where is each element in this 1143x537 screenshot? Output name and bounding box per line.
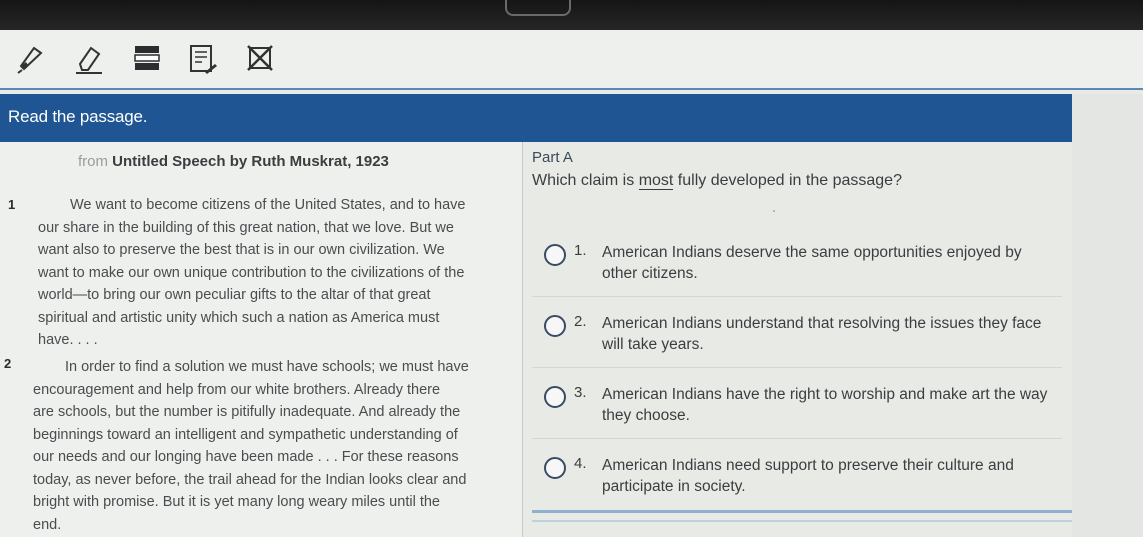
passage-line: In order to find a solution we must have… (65, 359, 469, 375)
instruction-banner: Read the passage. (0, 94, 1072, 142)
notepad-icon[interactable] (186, 42, 220, 76)
passage-line: end. (33, 516, 62, 533)
passage-line: our needs and our longing have been made… (33, 449, 459, 465)
passage-line: want to make our own unique contribution… (38, 264, 465, 281)
radio-button[interactable] (544, 244, 566, 266)
passage-line: want also to preserve the best that is i… (38, 242, 445, 258)
answer-option-3[interactable]: 3. American Indians have the right to wo… (532, 376, 1062, 439)
option-number: 3. (574, 384, 587, 401)
passage-line: have. . . . (38, 332, 98, 348)
passage-line: encouragement and help from our white br… (33, 381, 441, 398)
prompt-text: fully developed in the passage? (673, 172, 902, 189)
radio-button[interactable] (544, 315, 566, 337)
option-text: American Indians have the right to worsh… (602, 386, 1048, 424)
option-text: American Indians understand that resolvi… (602, 315, 1042, 353)
answer-eliminator-icon[interactable] (244, 42, 278, 76)
highlighter-icon[interactable] (14, 42, 48, 76)
question-panel: Part A Which claim is most fully develop… (523, 142, 1072, 537)
passage-source: from Untitled Speech by Ruth Muskrat, 19… (78, 153, 389, 170)
option-text: American Indians deserve the same opport… (602, 244, 1022, 282)
passage-line: are schools, but the number is pitifully… (33, 404, 461, 420)
passage-line: spiritual and artistic unity which such … (38, 309, 440, 326)
passage-line: bright with promise. But it is yet many … (33, 494, 440, 510)
prompt-emphasis: most (638, 172, 674, 190)
instruction-text: Read the passage. (8, 107, 148, 126)
line-reader-icon[interactable] (130, 42, 164, 76)
source-prefix: from (78, 153, 108, 170)
question-divider (532, 520, 1072, 522)
passage-line: our share in the building of this great … (38, 219, 454, 236)
part-label: Part A (532, 149, 573, 166)
question-divider (532, 510, 1072, 513)
toolbar (0, 30, 1143, 90)
radio-button[interactable] (544, 386, 566, 408)
answer-option-2[interactable]: 2. American Indians understand that reso… (532, 305, 1062, 368)
source-title: Untitled Speech by Ruth Muskrat, 1923 (112, 153, 389, 170)
radio-button[interactable] (544, 457, 566, 479)
passage-line: world—to bring our own peculiar gifts to… (38, 287, 431, 303)
option-number: 4. (574, 455, 587, 472)
prompt-text: Which claim is (532, 172, 639, 189)
eraser-icon[interactable] (72, 42, 106, 76)
paragraph-number: 1 (8, 197, 16, 212)
option-number: 2. (574, 313, 587, 330)
screen-speck (773, 210, 775, 212)
passage-line: beginnings toward an intelligent and sym… (33, 426, 458, 443)
passage-line: today, as never before, the trail ahead … (33, 471, 467, 488)
bezel-glare (505, 0, 571, 16)
answer-option-1[interactable]: 1. American Indians deserve the same opp… (532, 234, 1062, 297)
answer-option-4[interactable]: 4. American Indians need support to pres… (532, 447, 1062, 509)
option-number: 1. (574, 242, 587, 259)
question-prompt: Which claim is most fully developed in t… (532, 172, 902, 190)
monitor-bezel (0, 0, 1143, 30)
paragraph-number: 2 (4, 356, 12, 371)
paragraph-2: In order to find a solution we must have… (33, 356, 469, 536)
option-text: American Indians need support to preserv… (602, 457, 1014, 495)
passage-panel: from Untitled Speech by Ruth Muskrat, 19… (0, 142, 522, 537)
paragraph-1: We want to become citizens of the United… (38, 194, 466, 352)
scroll-gutter (1072, 94, 1143, 537)
passage-line: We want to become citizens of the United… (70, 197, 466, 213)
